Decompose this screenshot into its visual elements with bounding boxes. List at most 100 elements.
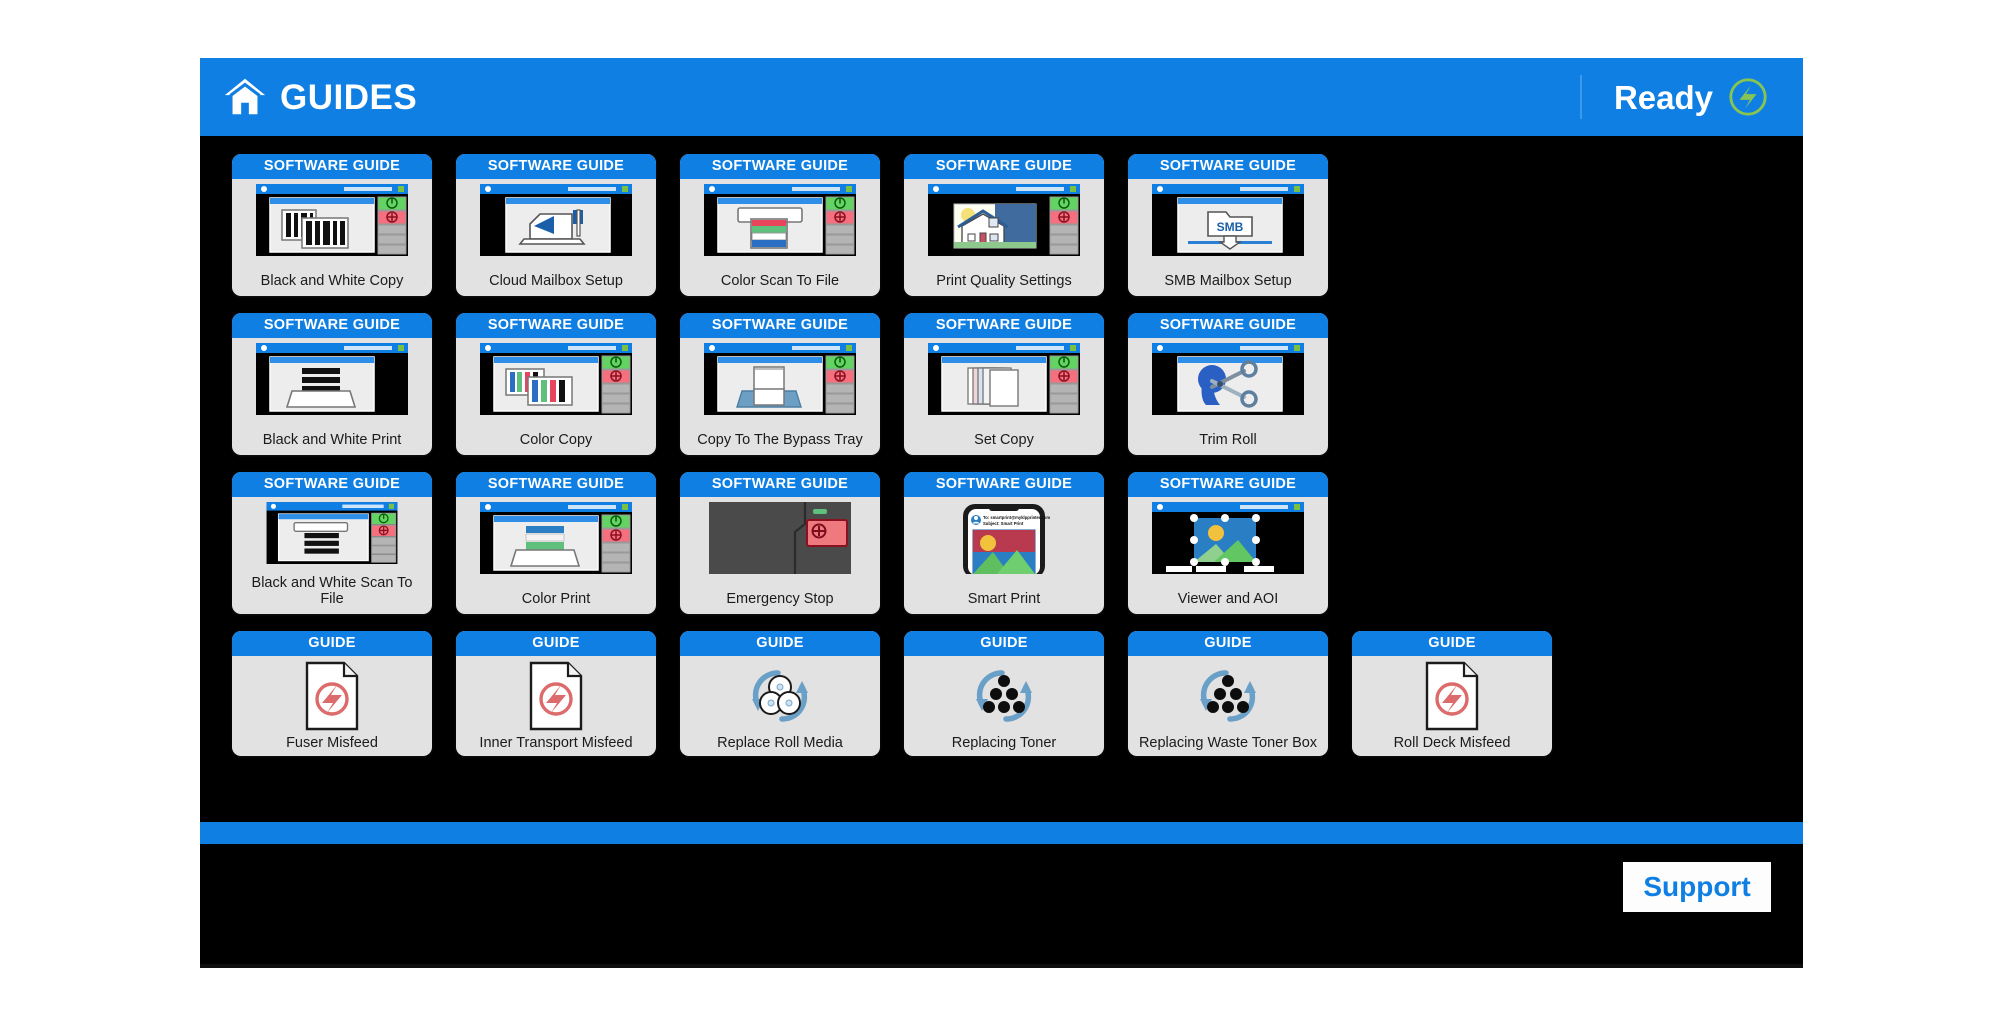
card-banner: GUIDE bbox=[232, 631, 432, 657]
card-banner: GUIDE bbox=[680, 631, 880, 657]
card-banner: SOFTWARE GUIDE bbox=[680, 154, 880, 180]
card-banner: SOFTWARE GUIDE bbox=[456, 472, 656, 498]
svg-text:To: smartprint@myklpprinter.co: To: smartprint@myklpprinter.com bbox=[983, 515, 1050, 520]
guide-card-color-copy[interactable]: SOFTWARE GUIDE Color Copy bbox=[456, 313, 656, 455]
app-footer: Support bbox=[200, 844, 1803, 968]
card-banner: SOFTWARE GUIDE bbox=[1128, 154, 1328, 180]
card-body: Emergency Stop bbox=[680, 497, 880, 614]
home-icon[interactable] bbox=[222, 74, 268, 120]
card-label: Inner Transport Misfeed bbox=[479, 735, 633, 752]
guide-card-inner-transport-misfeed[interactable]: GUIDE Inner Transport Misfeed bbox=[456, 631, 656, 756]
guide-card-set-copy[interactable]: SOFTWARE GUIDE Set Copy bbox=[904, 313, 1104, 455]
card-label: Color Copy bbox=[519, 432, 593, 449]
card-label: Replace Roll Media bbox=[717, 735, 843, 752]
guides-row: SOFTWARE GUIDE bbox=[232, 313, 1803, 455]
card-banner: SOFTWARE GUIDE bbox=[904, 472, 1104, 498]
page-title: GUIDES bbox=[280, 77, 418, 117]
panel-color-print-thumb bbox=[480, 502, 632, 579]
panel-smart-print-thumb: To: smartprint@myklpprinter.com Subject:… bbox=[949, 502, 1059, 579]
card-body: Inner Transport Misfeed bbox=[456, 656, 656, 756]
guide-card-print-quality-settings[interactable]: SOFTWARE GUIDE Print Quality Settings bbox=[904, 154, 1104, 296]
guide-card-replace-roll-media[interactable]: GUIDE Replace Roll Media bbox=[680, 631, 880, 756]
guide-card-trim-roll[interactable]: SOFTWARE GUIDE Trim Roll bbox=[1128, 313, 1328, 455]
card-banner: SOFTWARE GUIDE bbox=[232, 472, 432, 498]
card-banner: SOFTWARE GUIDE bbox=[1128, 313, 1328, 339]
doc-misfeed-icon bbox=[526, 661, 586, 736]
card-body: Print Quality Settings bbox=[904, 179, 1104, 296]
replace-toner-icon bbox=[1192, 661, 1264, 736]
card-body: Replacing Waste Toner Box bbox=[1128, 656, 1328, 756]
footer-accent-bar bbox=[200, 822, 1803, 844]
guide-card-viewer-and-aoi[interactable]: SOFTWARE GUIDE Viewer and AOI bbox=[1128, 472, 1328, 614]
guide-card-cloud-mailbox-setup[interactable]: SOFTWARE GUIDE Cloud Mailbox Setup bbox=[456, 154, 656, 296]
guide-card-roll-deck-misfeed[interactable]: GUIDE Roll Deck Misfeed bbox=[1352, 631, 1552, 756]
guide-card-copy-to-the-bypass-tray[interactable]: SOFTWARE GUIDE Copy To The Bypass Tray bbox=[680, 313, 880, 455]
card-body: Black and White Print bbox=[232, 338, 432, 455]
card-banner: SOFTWARE GUIDE bbox=[680, 313, 880, 339]
guide-card-emergency-stop[interactable]: SOFTWARE GUIDE Emergency Stop bbox=[680, 472, 880, 614]
svg-text:Subject: Smart Print: Subject: Smart Print bbox=[983, 521, 1024, 526]
panel-color-scan-thumb bbox=[704, 184, 856, 261]
panel-smb-mailbox-thumb: SMB bbox=[1152, 184, 1304, 261]
panel-set-copy-thumb bbox=[928, 343, 1080, 420]
panel-print-quality-thumb bbox=[928, 184, 1080, 261]
card-label: Set Copy bbox=[974, 432, 1034, 449]
header-left-group[interactable]: GUIDES bbox=[222, 74, 417, 120]
doc-misfeed-icon bbox=[1422, 661, 1482, 736]
footer-edge-sliver bbox=[200, 964, 1803, 968]
card-body: SMB SMB Mailbox Setup bbox=[1128, 179, 1328, 296]
guide-card-smb-mailbox-setup[interactable]: SOFTWARE GUIDE SMB SMB Mailbox Setup bbox=[1128, 154, 1328, 296]
card-banner: SOFTWARE GUIDE bbox=[680, 472, 880, 498]
card-label: Replacing Waste Toner Box bbox=[1138, 735, 1318, 752]
doc-misfeed-icon bbox=[302, 661, 362, 736]
guide-card-fuser-misfeed[interactable]: GUIDE Fuser Misfeed bbox=[232, 631, 432, 756]
panel-cloud-mailbox-thumb bbox=[480, 184, 632, 261]
card-body: Cloud Mailbox Setup bbox=[456, 179, 656, 296]
card-label: Cloud Mailbox Setup bbox=[489, 273, 623, 290]
guide-card-replacing-toner[interactable]: GUIDE Replacing Toner bbox=[904, 631, 1104, 756]
header-divider bbox=[1579, 75, 1582, 119]
printer-touch-panel: GUIDES Ready SOFTWARE GUIDE Black and Wh… bbox=[200, 58, 1803, 968]
status-text: Ready bbox=[1613, 78, 1713, 116]
card-body: Viewer and AOI bbox=[1128, 497, 1328, 614]
card-body: Color Copy bbox=[456, 338, 656, 455]
card-body: Set Copy bbox=[904, 338, 1104, 455]
card-label: Color Scan To File bbox=[720, 273, 840, 290]
card-label: Emergency Stop bbox=[726, 591, 834, 608]
replace-roll-icon bbox=[744, 661, 816, 736]
card-banner: GUIDE bbox=[456, 631, 656, 657]
card-body: Fuser Misfeed bbox=[232, 656, 432, 756]
panel-emergency-stop-thumb bbox=[709, 502, 851, 579]
guide-card-black-and-white-scan-to-file[interactable]: SOFTWARE GUIDE Black and White Scan To F… bbox=[232, 472, 432, 614]
guides-row: GUIDE Fuser Misfeed GUIDE Inner Transpor… bbox=[232, 631, 1803, 756]
replace-toner-icon bbox=[968, 661, 1040, 736]
card-banner: SOFTWARE GUIDE bbox=[904, 313, 1104, 339]
guides-row: SOFTWARE GUIDE bbox=[232, 472, 1803, 614]
card-body: Color Scan To File bbox=[680, 179, 880, 296]
card-body: Black and White Scan To File bbox=[232, 497, 432, 614]
panel-color-copy-thumb bbox=[480, 343, 632, 420]
card-body: Color Print bbox=[456, 497, 656, 614]
guide-card-replacing-waste-toner-box[interactable]: GUIDE Replacing Waste Toner Box bbox=[1128, 631, 1328, 756]
card-banner: SOFTWARE GUIDE bbox=[456, 313, 656, 339]
card-banner: GUIDE bbox=[1352, 631, 1552, 657]
panel-bw-print-thumb bbox=[256, 343, 408, 420]
card-label: Trim Roll bbox=[1199, 432, 1257, 449]
panel-bypass-tray-thumb bbox=[704, 343, 856, 420]
guide-card-color-scan-to-file[interactable]: SOFTWARE GUIDE Color Scan To File bbox=[680, 154, 880, 296]
card-banner: SOFTWARE GUIDE bbox=[1128, 472, 1328, 498]
guide-card-black-and-white-copy[interactable]: SOFTWARE GUIDE Black and White Copy bbox=[232, 154, 432, 296]
guide-card-color-print[interactable]: SOFTWARE GUIDE Color Print bbox=[456, 472, 656, 614]
card-banner: SOFTWARE GUIDE bbox=[232, 154, 432, 180]
support-button[interactable]: Support bbox=[1623, 862, 1771, 912]
panel-bw-scan-thumb bbox=[266, 502, 398, 569]
card-body: Black and White Copy bbox=[232, 179, 432, 296]
card-label: Fuser Misfeed bbox=[286, 735, 378, 752]
card-banner: SOFTWARE GUIDE bbox=[232, 313, 432, 339]
card-label: Viewer and AOI bbox=[1177, 591, 1279, 608]
app-header: GUIDES Ready bbox=[200, 58, 1803, 136]
card-label: Copy To The Bypass Tray bbox=[697, 432, 863, 449]
panel-bw-copy-thumb bbox=[256, 184, 408, 261]
guide-card-black-and-white-print[interactable]: SOFTWARE GUIDE Black and White Print bbox=[232, 313, 432, 455]
guide-card-smart-print[interactable]: SOFTWARE GUIDE To: smartprint@myklpprint… bbox=[904, 472, 1104, 614]
